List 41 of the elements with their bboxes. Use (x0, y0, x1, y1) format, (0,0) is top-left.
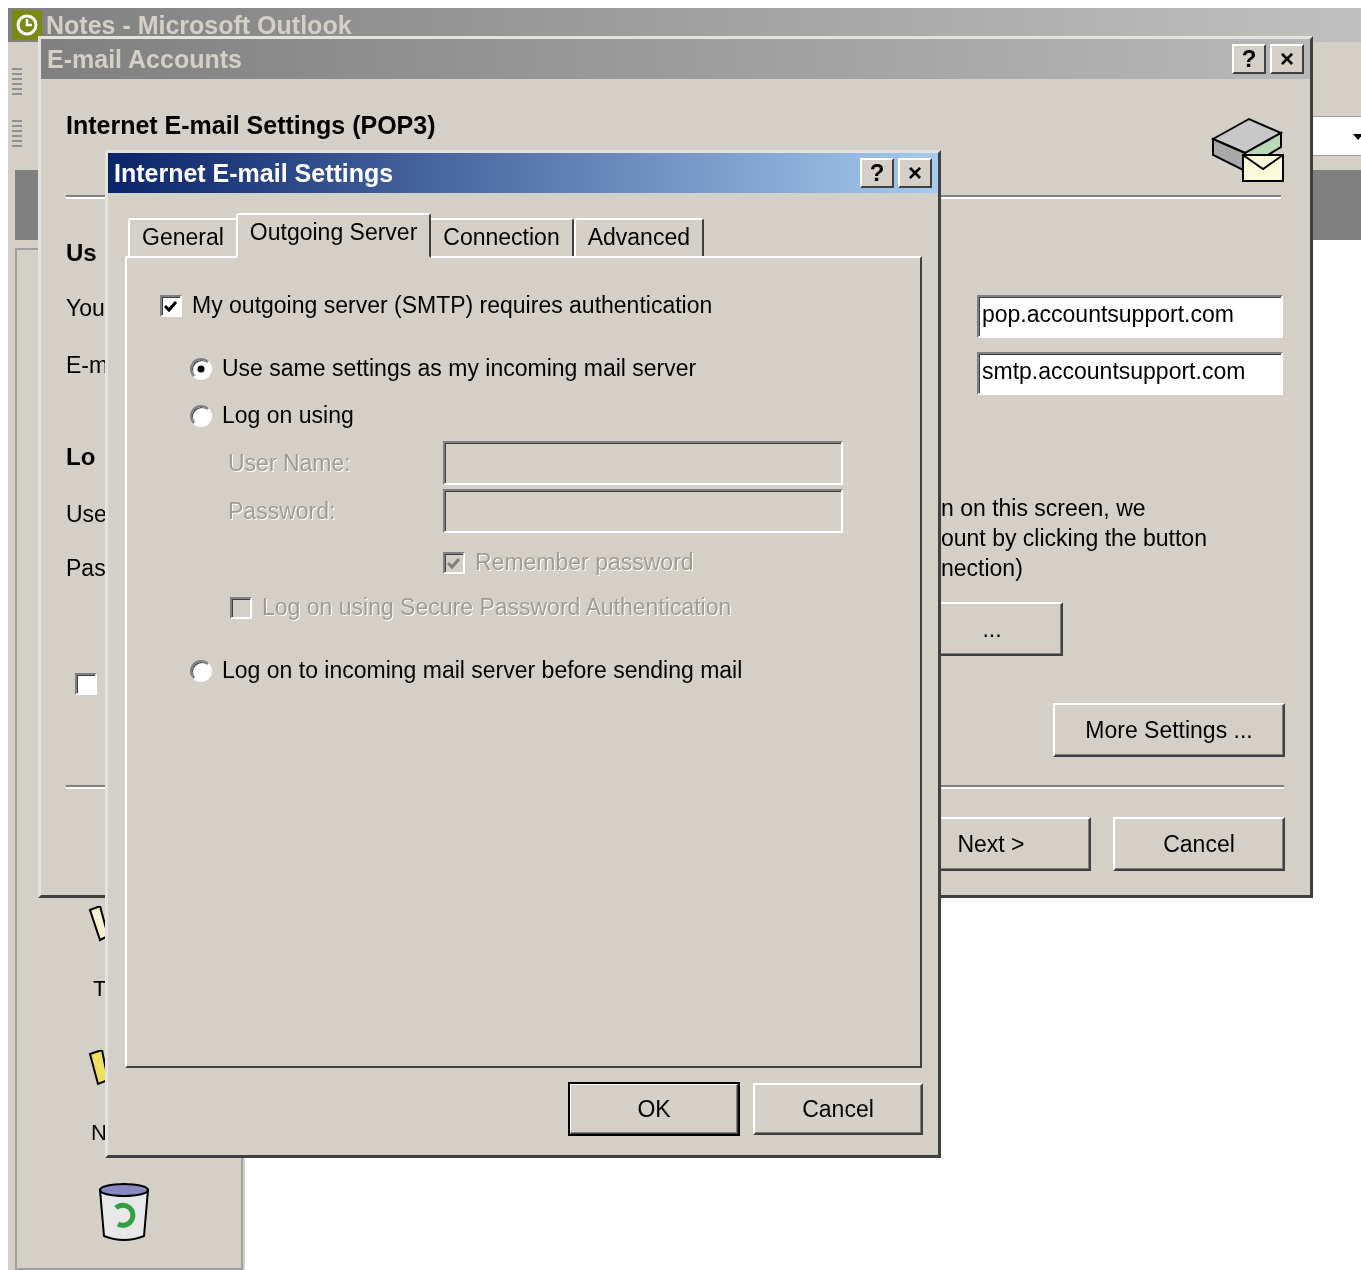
dialog-title: Internet E-mail Settings (114, 158, 395, 188)
tab[interactable]: Advanced (573, 218, 704, 256)
window-title: Notes - Microsoft Outlook (46, 10, 352, 40)
check-mark-icon (446, 555, 462, 570)
server-field[interactable]: pop.accountsupport.com (977, 295, 1283, 338)
check-mark-icon (163, 298, 179, 313)
field-label: Use (66, 501, 107, 528)
radio-button[interactable] (190, 357, 212, 380)
ok-button[interactable]: OK (569, 1083, 739, 1135)
cancel-button[interactable]: Cancel (1113, 817, 1285, 871)
more-settings-button[interactable]: More Settings ... (1053, 703, 1285, 757)
option-label: My outgoing server (SMTP) requires authentication (192, 292, 713, 319)
checkbox[interactable] (75, 673, 97, 695)
option-label: Log on to incoming mail server before sending mail (222, 657, 743, 684)
close-button[interactable]: × (1270, 44, 1304, 74)
option-label: Log on using (222, 402, 354, 429)
field-label: Pas (66, 555, 106, 582)
close-button[interactable]: × (898, 158, 932, 188)
cancel-button[interactable]: Cancel (753, 1083, 923, 1135)
radio-button[interactable] (190, 659, 212, 682)
dropdown-arrow-icon[interactable] (1353, 134, 1361, 140)
tab[interactable]: Connection (429, 218, 574, 256)
dialog-title: E-mail Accounts (47, 44, 243, 74)
field-label: You (66, 295, 105, 322)
clock-icon (12, 10, 42, 40)
nav-label[interactable]: T (93, 976, 107, 1002)
toolbar-grip-icon[interactable] (12, 68, 22, 95)
tab[interactable]: General (128, 218, 238, 256)
toolbar-grip-icon[interactable] (12, 120, 22, 147)
server-field[interactable]: smtp.accountsupport.com (977, 352, 1283, 395)
checkbox[interactable] (160, 294, 182, 317)
radio-button[interactable] (190, 404, 212, 427)
section-heading: Internet E-mail Settings (POP3) (66, 111, 436, 140)
help-button[interactable]: ? (860, 158, 894, 188)
tab[interactable]: Outgoing Server (235, 213, 432, 258)
section-label: Us (66, 239, 97, 267)
nav-label[interactable]: N (91, 1120, 107, 1146)
info-paragraph: n on this screen, we ount by clicking the button nection) (941, 494, 1207, 583)
section-label: Lo (66, 443, 96, 471)
help-button[interactable]: ? (1232, 44, 1266, 74)
option-label: Use same settings as my incoming mail server (222, 355, 697, 382)
